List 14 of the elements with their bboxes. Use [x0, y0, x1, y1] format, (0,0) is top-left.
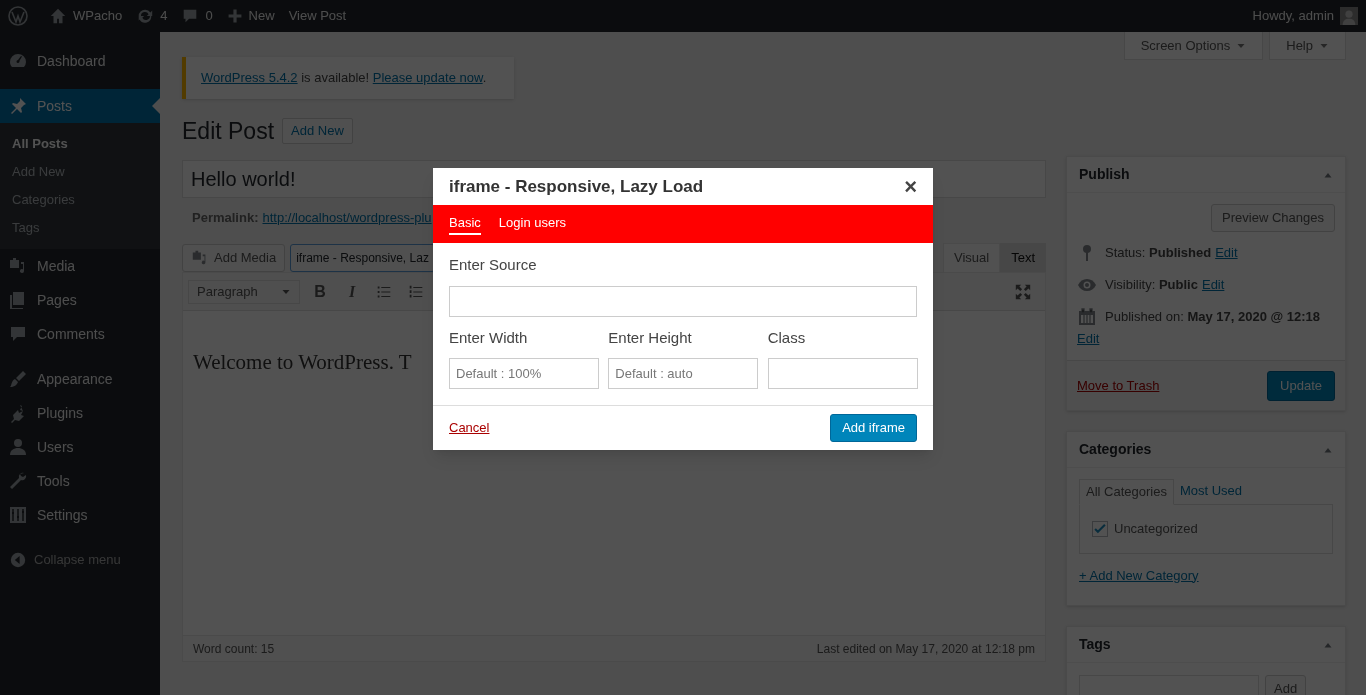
box-title: Publish	[1079, 165, 1130, 184]
notice-text: WordPress 5.4.2 is available! Please update now.	[201, 69, 487, 88]
editor-content-text: Welcome to WordPress. T	[193, 349, 412, 376]
publish-meta-text: Status: Published	[1105, 244, 1212, 262]
field-label: Enter Width	[449, 327, 529, 348]
field-label: Enter Source	[449, 255, 538, 275]
box-title: Categories	[1079, 440, 1152, 459]
box-title: Tags	[1079, 635, 1111, 654]
page-title: Edit Post	[182, 116, 275, 146]
field-label: Class	[767, 327, 807, 348]
dialog-title: iframe - Responsive, Lazy Load	[449, 175, 704, 198]
publish-meta-text: Visibility: Public	[1105, 276, 1198, 294]
field-label: Enter Height	[608, 327, 693, 348]
publish-meta-text: Published on: May 17, 2020 @ 12:18	[1105, 308, 1321, 326]
